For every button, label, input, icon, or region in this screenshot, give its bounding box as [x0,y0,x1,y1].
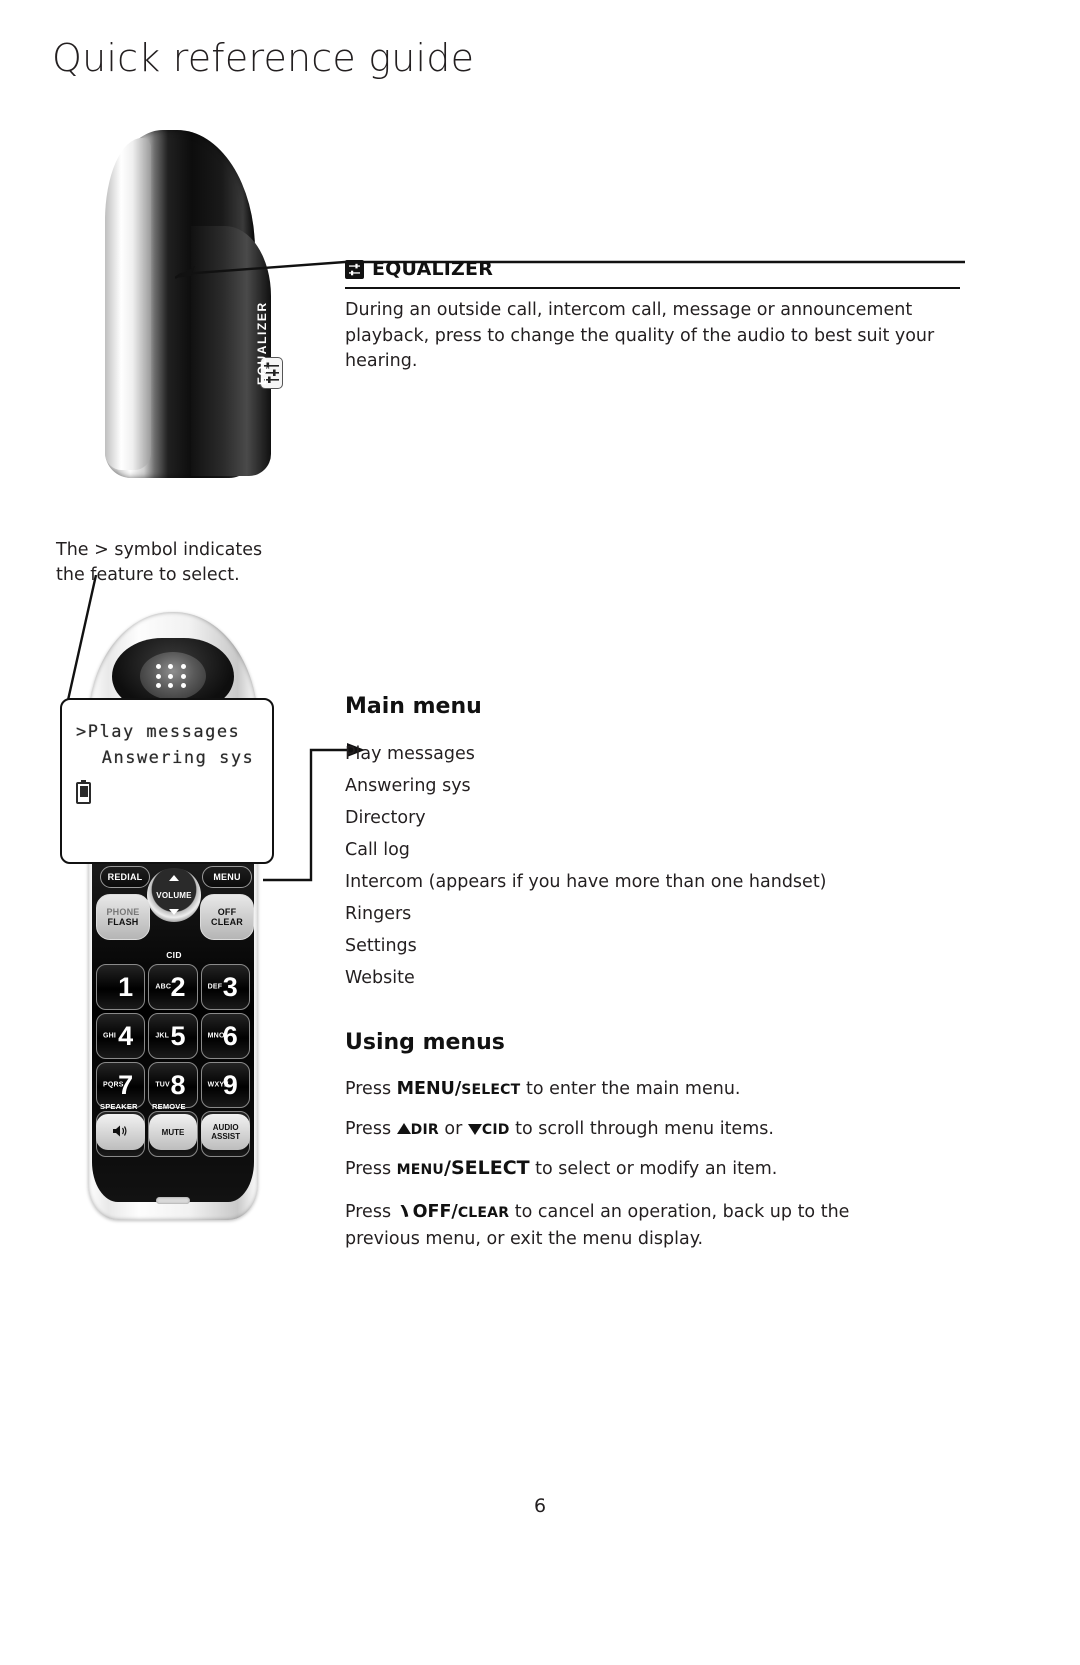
key-4[interactable]: GHI 4 [96,1013,146,1059]
redial-button[interactable]: REDIAL [100,866,150,888]
key-4-digit: 4 [118,1020,134,1051]
key-5-letters: JKL [155,1032,170,1040]
key-2[interactable]: ABC 2 [148,964,198,1010]
key-9[interactable]: WXYZ 9 [200,1062,250,1108]
key-2-digit: 2 [170,971,186,1002]
instr2-suffix: to scroll through menu items. [509,1119,774,1139]
key-1[interactable]: 1 [96,964,146,1010]
equalizer-callout-heading: EQUALIZER [345,258,493,280]
speaker-dots-icon [156,664,190,690]
instr2-prefix: Press [345,1119,397,1139]
instr4-key-clear: CLEAR [457,1205,510,1221]
triangle-up-icon [396,1123,411,1134]
menu-item-ringers[interactable]: Ringers [345,898,945,930]
instr2-key-dir: DIR [410,1122,439,1138]
navigation-ring-volume[interactable]: VOLUME [147,868,201,922]
instr3-suffix: to select or modify an item. [529,1159,778,1179]
phone-hook-off-icon [397,1202,413,1218]
page-number: 6 [533,1495,547,1517]
instr1-suffix: to enter the main menu. [520,1079,741,1099]
handset-side-illustration: EQUALIZER [105,130,282,485]
audio-assist-button[interactable]: AUDIO ASSIST [201,1114,250,1150]
instr4-prefix: Press [345,1202,397,1222]
instruction-select-modify-item: Press MENU/SELECT to select or modify an… [345,1156,905,1184]
instruction-scroll-menu-items: Press DIR or CID to scroll through menu … [345,1117,905,1144]
key-8-digit: 8 [170,1069,186,1100]
menu-item-settings[interactable]: Settings [345,930,945,962]
menu-item-website[interactable]: Website [345,962,945,994]
key-9-letters: WXYZ [207,1081,229,1089]
key-label-remove: REMOVE [152,1102,186,1111]
equalizer-leader-line [175,260,965,279]
using-menus-heading: Using menus [345,1030,505,1055]
keypad-bottom-row: MUTE AUDIO ASSIST [96,1114,250,1150]
key-3-digit: 3 [222,971,238,1002]
phone-flash-button[interactable]: PHONE FLASH [96,894,150,940]
instr4-key-off: OFF/ [412,1202,458,1222]
menu-item-answering-sys[interactable]: Answering sys [345,770,945,802]
key-8-letters: TUV [155,1081,170,1089]
handset-keypad: PAUSE DIR SELECT CID REDIAL MENU PHONE F… [92,852,254,1202]
page-title: Quick reference guide [52,36,475,80]
phone-flash-line1: PHONE [106,907,140,917]
equalizer-icon [345,259,364,279]
symbol-note-line2: the feature to select. [56,565,240,585]
main-menu-list: Play messages Answering sys Directory Ca… [345,738,945,994]
key-6-letters: MNO [207,1032,225,1040]
speaker-icon [111,1124,129,1140]
instruction-enter-main-menu: Press MENU/SELECT to enter the main menu… [345,1077,905,1104]
main-menu-heading: Main menu [345,694,482,719]
handset-front-illustration: >Play messages Answering sys PAUSE DIR S… [60,612,285,1222]
symbol-note-line1: The > symbol indicates [56,540,263,560]
handset-lcd-screen: >Play messages Answering sys [60,698,274,864]
battery-icon [76,780,91,804]
instr2-middle: or [438,1119,468,1139]
instr3-key-menu: MENU [396,1162,445,1178]
key-label-speaker: SPEAKER [100,1102,138,1111]
instruction-cancel-operation: Press OFF/CLEAR to cancel an operation, … [345,1200,905,1252]
instr3-key-select: /SELECT [444,1157,530,1179]
key-6-digit: 6 [222,1020,238,1051]
key-3-letters: DEF [207,983,223,991]
key-5-digit: 5 [170,1020,186,1051]
mute-button[interactable]: MUTE [148,1114,198,1150]
menu-button[interactable]: MENU [202,866,252,888]
instr1-key-select: SELECT [461,1082,521,1098]
key-4-letters: GHI [103,1032,117,1040]
off-clear-button[interactable]: OFF CLEAR [200,894,254,940]
key-6[interactable]: MNO 6 [200,1013,250,1059]
triangle-down-icon [467,1124,482,1135]
audio-assist-line2: ASSIST [211,1132,241,1141]
speaker-button[interactable] [96,1114,145,1150]
volume-label: VOLUME [156,890,192,900]
off-clear-line1: OFF [217,907,237,917]
menu-item-call-log[interactable]: Call log [345,834,945,866]
lcd-line-2: Answering sys [90,748,255,768]
handset-side-equalizer-label: EQUALIZER [255,301,269,385]
off-clear-line2: CLEAR [211,917,243,927]
menu-item-play-messages[interactable]: Play messages [345,738,945,770]
key-2-letters: ABC [155,983,172,991]
equalizer-callout-rule [345,287,960,289]
phone-flash-line2: FLASH [107,917,139,927]
lcd-line-1: >Play messages [76,722,241,742]
key-3[interactable]: DEF 3 [200,964,250,1010]
instr3-prefix: Press [345,1159,397,1179]
key-1-digit: 1 [118,971,134,1002]
equalizer-callout-title: EQUALIZER [372,258,494,280]
symbol-note: The > symbol indicates the feature to se… [56,538,316,588]
microphone-icon [156,1197,190,1204]
menu-item-directory[interactable]: Directory [345,802,945,834]
key-5[interactable]: JKL 5 [148,1013,198,1059]
instr1-prefix: Press [345,1079,397,1099]
menu-item-intercom[interactable]: Intercom (appears if you have more than … [345,866,945,898]
keypad-soft-row: PAUSE DIR SELECT CID REDIAL MENU PHONE F… [92,852,254,964]
key-7-letters: PQRS [103,1081,124,1089]
equalizer-callout-body: During an outside call, intercom call, m… [345,300,935,371]
instr2-key-cid: CID [481,1122,510,1138]
audio-assist-line1: AUDIO [212,1123,239,1132]
instr1-key-menu: MENU/ [396,1079,462,1099]
key-label-cid: CID [166,950,182,960]
